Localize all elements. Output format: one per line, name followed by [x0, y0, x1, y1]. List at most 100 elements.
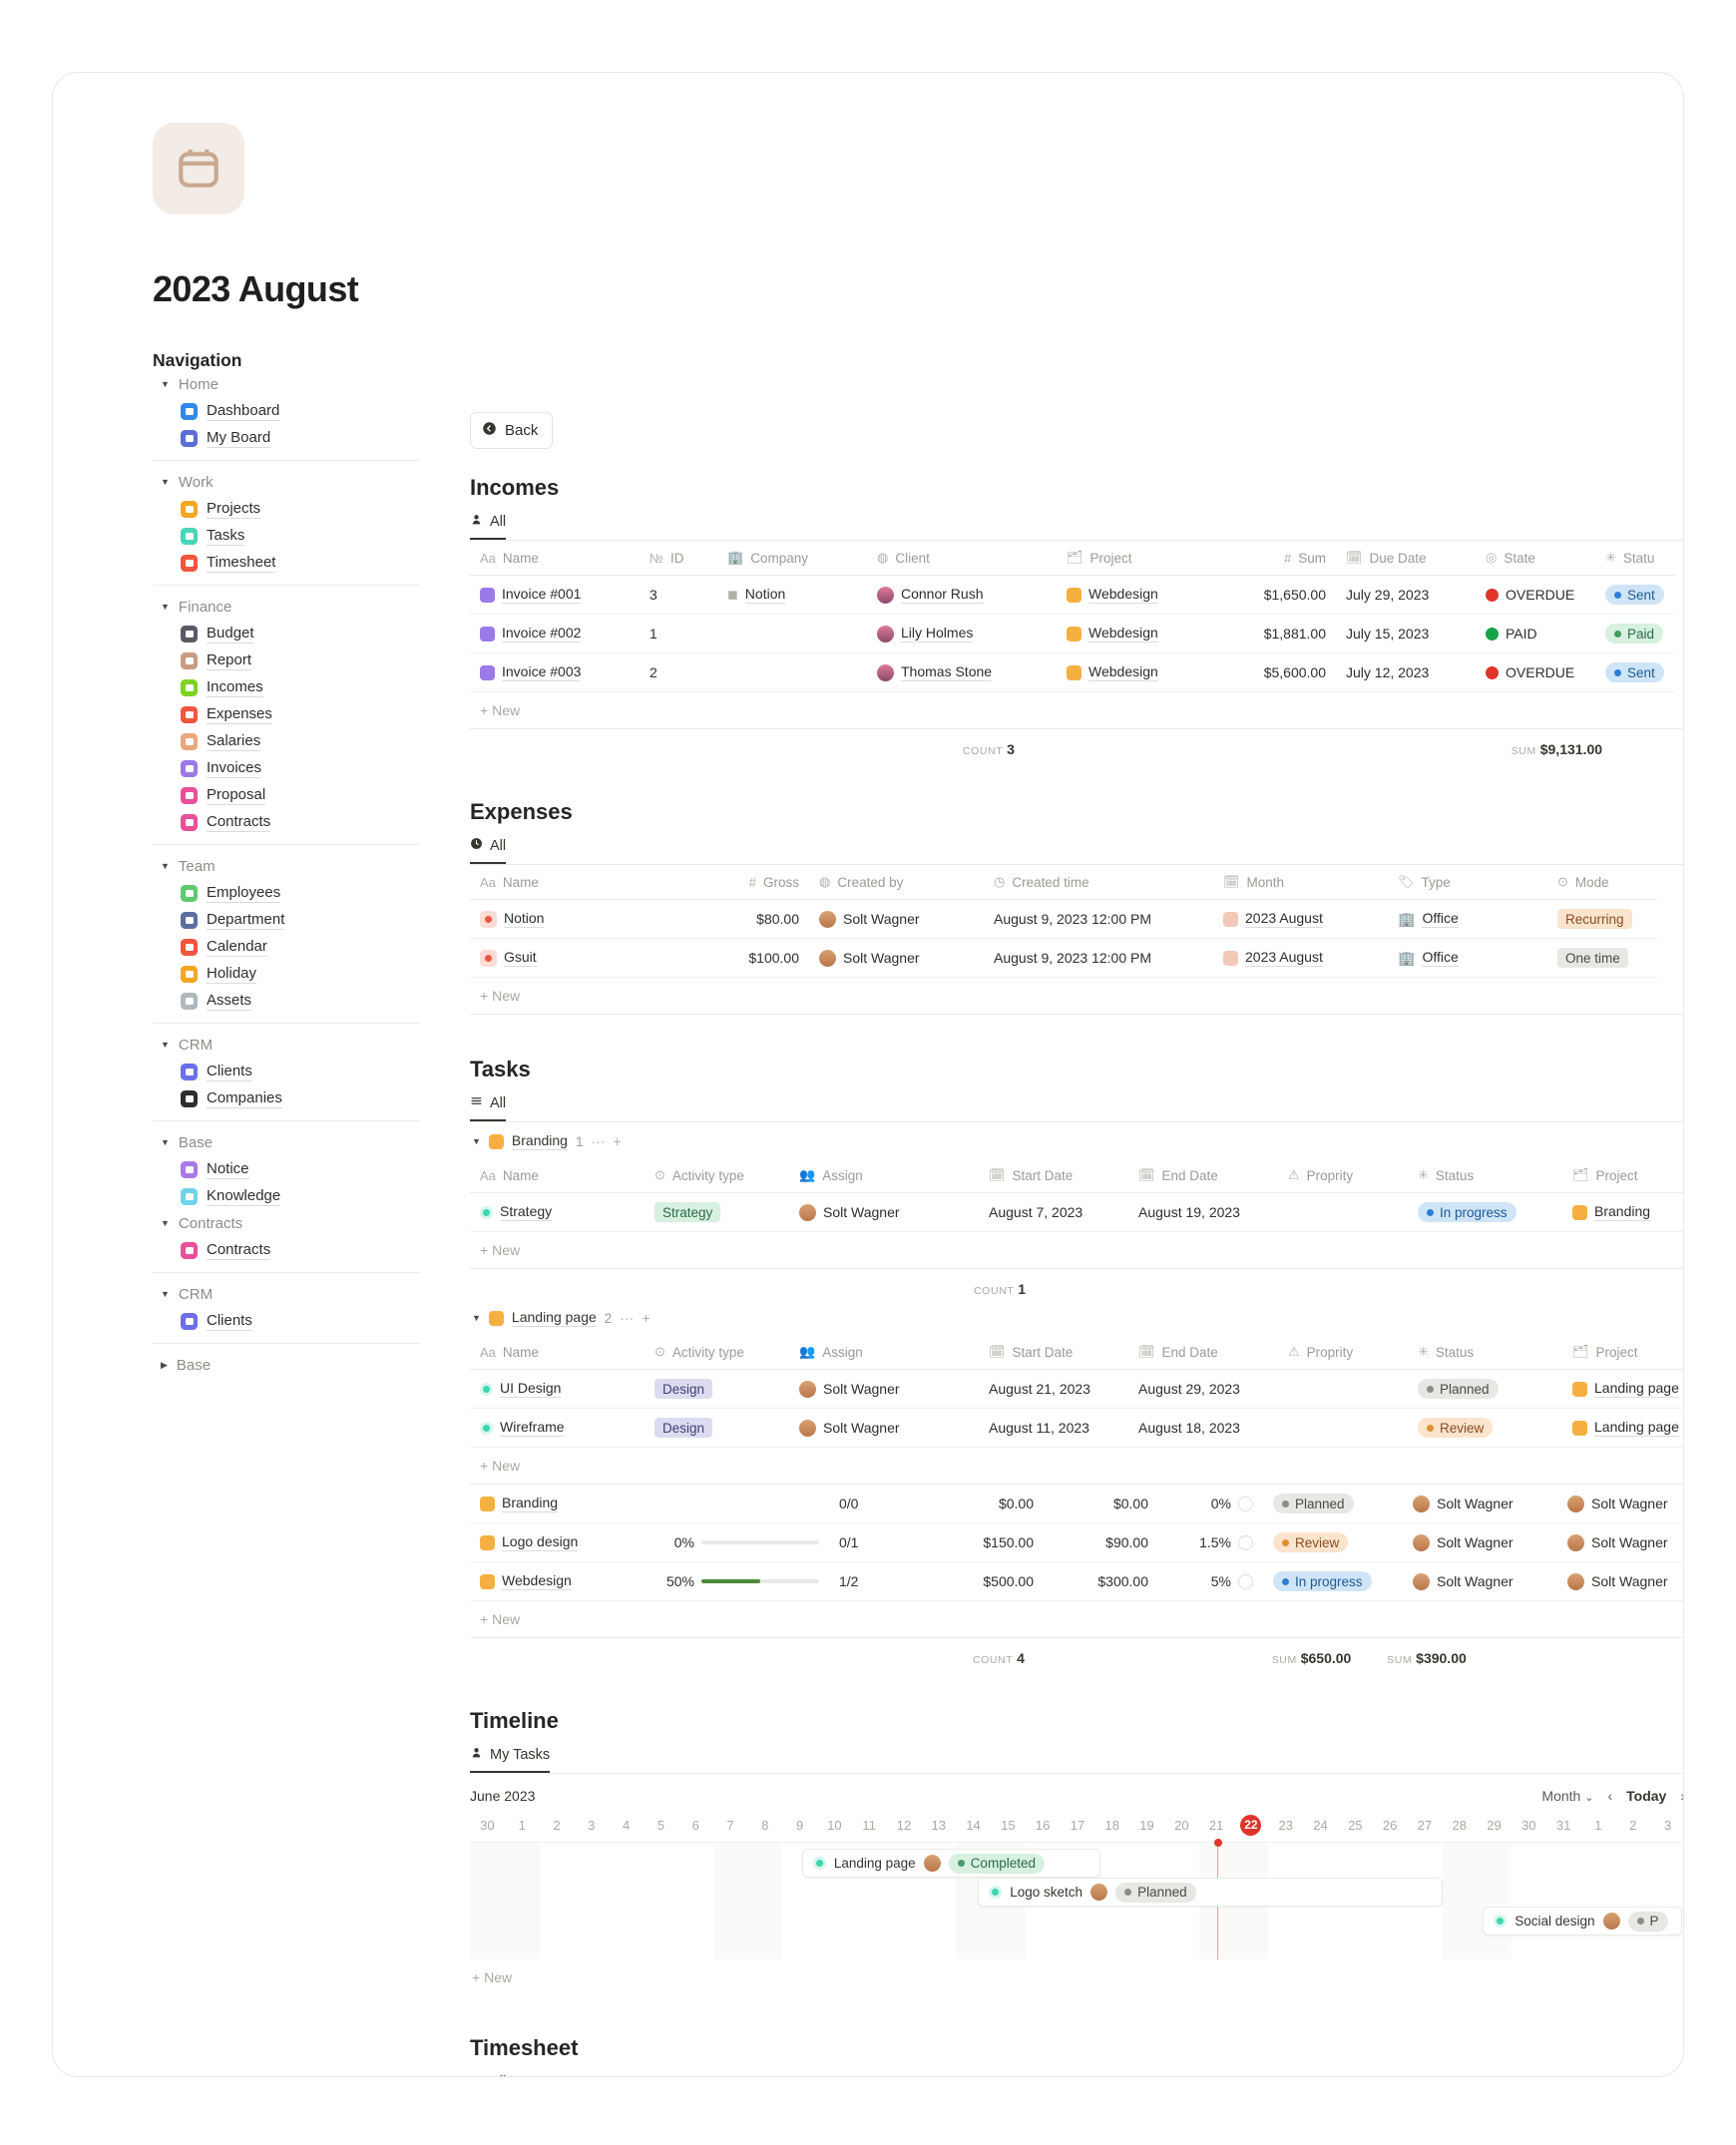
sidebar-group-crm-7[interactable]: ▼ CRM: [153, 1281, 442, 1308]
column-header-client[interactable]: ◍ Client: [867, 541, 1057, 576]
incomes-new-row[interactable]: + New: [470, 692, 1683, 729]
sidebar-item-tasks[interactable]: Tasks: [153, 523, 442, 550]
column-header-mode[interactable]: ⊙ Mode: [1547, 865, 1657, 900]
timeline-range-select[interactable]: Month ⌄: [1541, 1788, 1593, 1804]
column-header-name[interactable]: Aa Name: [470, 865, 654, 900]
sidebar-item-contracts[interactable]: Contracts: [153, 1237, 442, 1264]
table-row[interactable]: Branding 0/0 $0.00 $0.00 0% Planned Solt Wagne…: [470, 1485, 1683, 1523]
sidebar-item-my-board[interactable]: My Board: [153, 425, 442, 452]
tasks-new-row[interactable]: + New: [470, 1448, 1683, 1485]
tasks-tab-all[interactable]: All: [470, 1094, 507, 1121]
table-row[interactable]: Invoice #002 1 Lily Holmes Webdesign $1,881.…: [470, 614, 1675, 653]
column-header-proprity[interactable]: ⚠ Proprity: [1278, 1158, 1408, 1193]
sidebar-group-finance-2[interactable]: ▼ Finance: [153, 594, 442, 621]
column-header-activity-type[interactable]: ⊙ Activity type: [645, 1158, 789, 1193]
column-header-month[interactable]: 🗓 Month: [1213, 865, 1388, 900]
column-header-project[interactable]: 🗂 Project: [1562, 1158, 1683, 1193]
sidebar-group-base-8[interactable]: ▶ Base: [153, 1352, 442, 1379]
column-header-status[interactable]: ✳ Status: [1408, 1158, 1562, 1193]
sidebar-group-contracts-6[interactable]: ▼ Contracts: [153, 1210, 442, 1237]
column-header-assign[interactable]: 👥 Assign: [789, 1335, 979, 1370]
tasks-new-row[interactable]: + New: [470, 1232, 1683, 1269]
column-header-id[interactable]: № ID: [640, 541, 717, 576]
column-header-start-date[interactable]: 🗓 Start Date: [979, 1158, 1128, 1193]
column-header-proprity[interactable]: ⚠ Proprity: [1278, 1335, 1408, 1370]
more-icon[interactable]: ···: [620, 1310, 634, 1326]
column-header-status[interactable]: ✳ Status: [1408, 1335, 1562, 1370]
column-header-end-date[interactable]: 🗓 End Date: [1128, 1335, 1278, 1370]
table-row[interactable]: Gsuit $100.00 Solt Wagner August 9, 2023 12…: [470, 938, 1657, 978]
plus-icon[interactable]: +: [613, 1133, 621, 1149]
sidebar-item-projects[interactable]: Projects: [153, 496, 442, 523]
column-header-project[interactable]: 🗂 Project: [1562, 1335, 1683, 1370]
sidebar-item-clients[interactable]: Clients: [153, 1059, 442, 1085]
column-header-created-time[interactable]: ◷ Created time: [984, 865, 1213, 900]
sidebar-item-report[interactable]: Report: [153, 647, 442, 674]
sidebar-item-notice[interactable]: Notice: [153, 1156, 442, 1183]
sidebar-item-holiday[interactable]: Holiday: [153, 961, 442, 988]
sidebar-group-home-0[interactable]: ▼ Home: [153, 371, 442, 398]
table-row[interactable]: Strategy Strategy Solt Wagner August 7, 202…: [470, 1192, 1683, 1232]
column-header-state[interactable]: ◎ State: [1476, 541, 1595, 576]
timeline-bar[interactable]: Social design P: [1483, 1907, 1682, 1935]
sidebar-item-department[interactable]: Department: [153, 907, 442, 934]
sidebar-item-assets[interactable]: Assets: [153, 988, 442, 1015]
sidebar-group-work-1[interactable]: ▼ Work: [153, 469, 442, 496]
table-row[interactable]: Invoice #001 3 ◼ Notion Connor Rush Webdesign…: [470, 575, 1675, 615]
more-icon[interactable]: ···: [591, 1133, 605, 1149]
column-header-sum[interactable]: # Sum: [1216, 541, 1336, 576]
column-header-assign[interactable]: 👥 Assign: [789, 1158, 979, 1193]
column-header-company[interactable]: 🏢 Company: [717, 541, 867, 576]
expenses-new-row[interactable]: + New: [470, 978, 1683, 1015]
timeline-tab-my-tasks[interactable]: My Tasks: [470, 1746, 551, 1773]
sidebar-item-companies[interactable]: Companies: [153, 1085, 442, 1112]
timeline-next-button[interactable]: ›: [1680, 1788, 1683, 1804]
sidebar-group-crm-4[interactable]: ▼ CRM: [153, 1032, 442, 1059]
column-header-gross[interactable]: # Gross: [654, 865, 809, 900]
column-header-name[interactable]: Aa Name: [470, 1335, 645, 1370]
sidebar-item-salaries[interactable]: Salaries: [153, 728, 442, 755]
table-row[interactable]: UI Design Design Solt Wagner August 21, 202…: [470, 1369, 1683, 1409]
sidebar-item-budget[interactable]: Budget: [153, 621, 442, 647]
sidebar-item-calendar[interactable]: Calendar: [153, 934, 442, 961]
column-header-created-by[interactable]: ◍ Created by: [809, 865, 984, 900]
column-header-due-date[interactable]: 🗓 Due Date: [1336, 541, 1476, 576]
table-row[interactable]: Wireframe Design Solt Wagner August 11, 202…: [470, 1408, 1683, 1448]
sidebar-item-proposal[interactable]: Proposal: [153, 782, 442, 809]
sidebar-item-invoices[interactable]: Invoices: [153, 755, 442, 782]
column-header-statu[interactable]: ✳ Statu: [1595, 541, 1675, 576]
table-row[interactable]: Invoice #003 2 Thomas Stone Webdesign $5,600…: [470, 652, 1675, 692]
column-header-name[interactable]: Aa Name: [470, 1158, 645, 1193]
sidebar-item-employees[interactable]: Employees: [153, 880, 442, 907]
timeline-bar[interactable]: Landing page Completed: [801, 1849, 1101, 1878]
task-group-header[interactable]: ▼ Landing page 2 ··· +: [470, 1299, 1683, 1335]
table-row[interactable]: Logo design 0% 0/1 $150.00 $90.00 1.5% Review S…: [470, 1522, 1683, 1562]
sidebar-item-incomes[interactable]: Incomes: [153, 674, 442, 701]
back-button[interactable]: Back: [470, 412, 554, 449]
column-header-type[interactable]: 🏷 Type: [1388, 865, 1547, 900]
sidebar-group-team-3[interactable]: ▼ Team: [153, 853, 442, 880]
sidebar-item-clients[interactable]: Clients: [153, 1308, 442, 1335]
column-header-activity-type[interactable]: ⊙ Activity type: [645, 1335, 789, 1370]
projects-new-row[interactable]: + New: [470, 1601, 1683, 1638]
incomes-tab-all[interactable]: All: [470, 513, 507, 540]
plus-icon[interactable]: +: [642, 1310, 650, 1326]
column-header-start-date[interactable]: 🗓 Start Date: [979, 1335, 1128, 1370]
timeline-today-button[interactable]: Today: [1626, 1788, 1666, 1804]
column-header-name[interactable]: Aa Name: [470, 541, 640, 576]
timeline-bar[interactable]: Logo sketch Planned: [978, 1878, 1444, 1907]
expenses-tab-all[interactable]: All: [470, 837, 507, 864]
sidebar-item-expenses[interactable]: Expenses: [153, 701, 442, 728]
column-header-project[interactable]: 🗂 Project: [1057, 541, 1216, 576]
sidebar-item-timesheet[interactable]: Timesheet: [153, 550, 442, 577]
timesheet-tab-all[interactable]: All: [470, 2073, 506, 2077]
sidebar-item-knowledge[interactable]: Knowledge: [153, 1183, 442, 1210]
table-row[interactable]: Notion $80.00 Solt Wagner August 9, 2023 12…: [470, 899, 1657, 939]
sidebar-item-contracts[interactable]: Contracts: [153, 809, 442, 836]
timeline-prev-button[interactable]: ‹: [1607, 1788, 1612, 1804]
task-group-header[interactable]: ▼ Branding 1 ··· +: [470, 1122, 1683, 1158]
timeline-new-row[interactable]: + New: [470, 1959, 1683, 1995]
sidebar-item-dashboard[interactable]: Dashboard: [153, 398, 442, 425]
column-header-end-date[interactable]: 🗓 End Date: [1128, 1158, 1278, 1193]
table-row[interactable]: Webdesign 50% 1/2 $500.00 $300.00 5% In progre…: [470, 1561, 1683, 1601]
